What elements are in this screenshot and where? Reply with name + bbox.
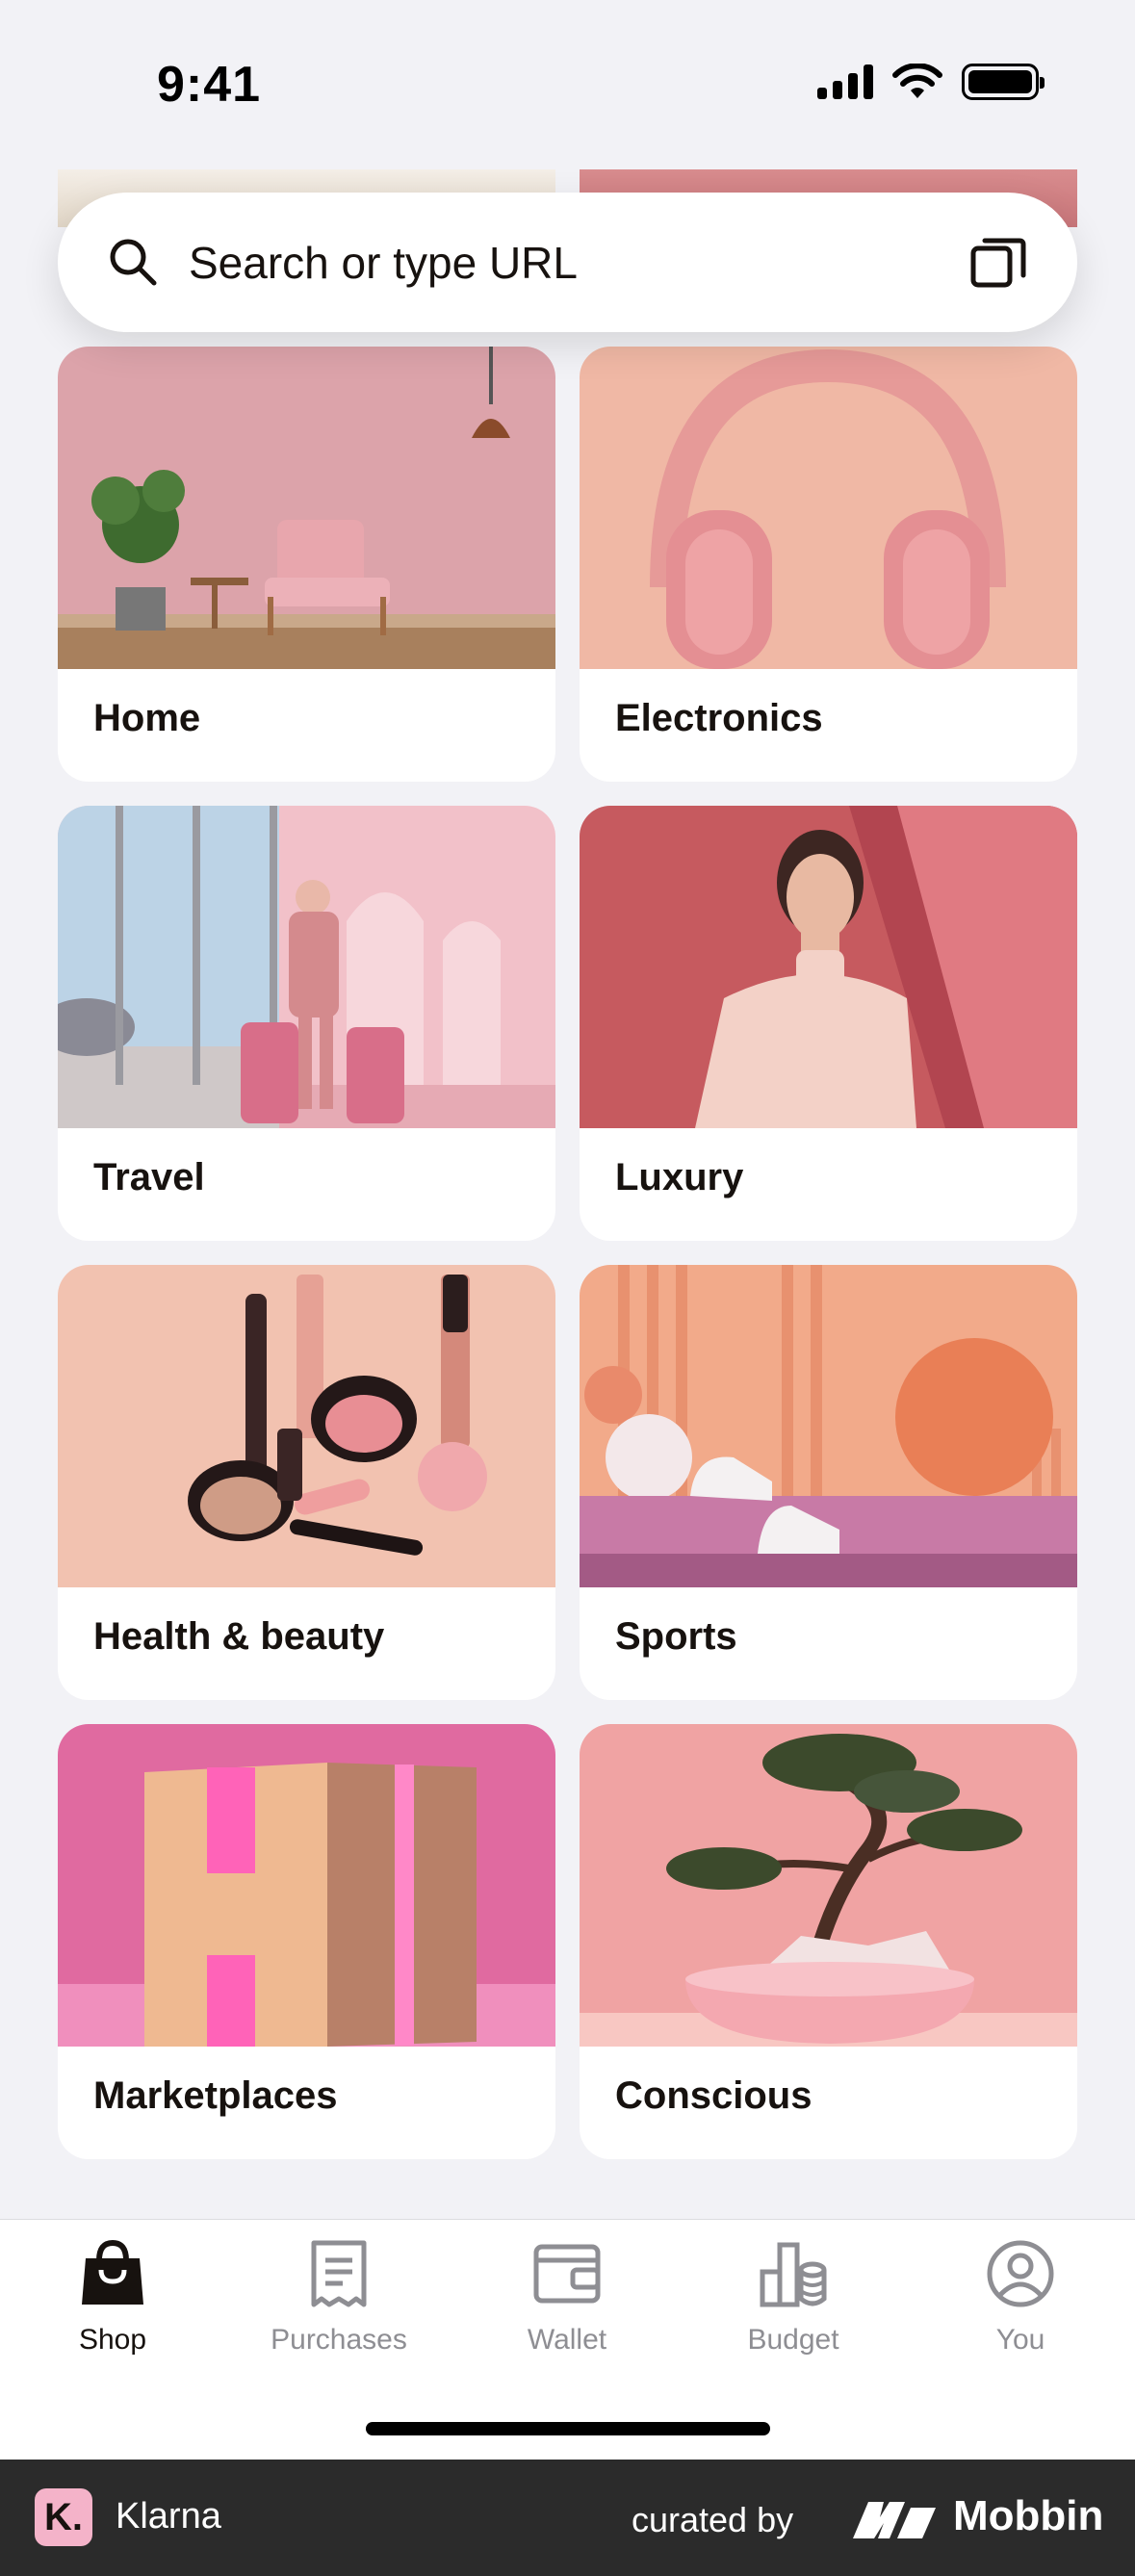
category-grid: Home Electronics Travel Luxury Health & … — [58, 347, 1077, 2159]
shopping-bag-icon — [82, 2239, 143, 2305]
app-name: Klarna — [116, 2496, 221, 2537]
category-card-sports[interactable]: Sports — [580, 1265, 1077, 1700]
budget-icon — [760, 2242, 827, 2307]
category-label: Luxury — [615, 1156, 744, 1198]
home-photo — [58, 347, 555, 669]
category-card-luxury[interactable]: Luxury — [580, 806, 1077, 1241]
wifi-icon — [892, 64, 942, 98]
footer-banner: K. Klarna curated by Mobbin — [0, 2460, 1135, 2576]
status-bar: 9:41 — [0, 0, 1135, 168]
status-icons — [817, 64, 1045, 100]
headphones-photo — [580, 347, 1077, 669]
profile-icon — [987, 2240, 1054, 2307]
category-card-health-beauty[interactable]: Health & beauty — [58, 1265, 555, 1700]
category-list[interactable]: Home Electronics Travel Luxury Health & … — [0, 0, 1135, 2219]
category-label: Electronics — [615, 697, 823, 739]
makeup-photo — [58, 1265, 555, 1587]
travel-photo — [58, 806, 555, 1128]
wallet-icon — [533, 2244, 601, 2304]
tab-label: Budget — [747, 2324, 839, 2356]
tab-shop[interactable]: Shop — [16, 2237, 209, 2356]
klarna-logo: K. — [35, 2488, 92, 2546]
tab-label: Wallet — [527, 2324, 607, 2356]
category-label: Health & beauty — [93, 1615, 385, 1658]
fashion-photo — [580, 806, 1077, 1128]
home-indicator — [366, 2422, 770, 2435]
category-label: Sports — [615, 1615, 737, 1658]
category-card-home[interactable]: Home — [58, 347, 555, 782]
tab-wallet[interactable]: Wallet — [471, 2237, 663, 2356]
status-time: 9:41 — [157, 57, 262, 113]
category-card-electronics[interactable]: Electronics — [580, 347, 1077, 782]
tab-label: Shop — [78, 2324, 147, 2356]
category-card-marketplaces[interactable]: Marketplaces — [58, 1724, 555, 2159]
tabs-icon[interactable] — [967, 231, 1029, 293]
category-card-travel[interactable]: Travel — [58, 806, 555, 1241]
mobbin-logo-icon — [853, 2502, 936, 2538]
tab-label: Purchases — [271, 2324, 407, 2356]
battery-icon — [962, 64, 1045, 100]
sports-photo — [580, 1265, 1077, 1587]
receipt-icon — [311, 2240, 367, 2307]
tab-budget[interactable]: Budget — [697, 2237, 890, 2356]
curated-by-text: curated by — [632, 2500, 794, 2539]
tab-label: You — [995, 2324, 1045, 2356]
tab-you[interactable]: You — [924, 2237, 1117, 2356]
box-photo — [58, 1724, 555, 2047]
category-label: Home — [93, 697, 201, 739]
search-input[interactable]: Search or type URL — [189, 237, 578, 289]
cellular-signal-icon — [817, 64, 873, 99]
tab-purchases[interactable]: Purchases — [243, 2237, 435, 2356]
search-icon — [110, 239, 157, 286]
category-label: Travel — [93, 1156, 205, 1198]
search-bar[interactable]: Search or type URL — [58, 193, 1077, 332]
mobbin-brand: Mobbin — [953, 2492, 1104, 2539]
category-label: Conscious — [615, 2074, 813, 2117]
category-label: Marketplaces — [93, 2074, 338, 2117]
bonsai-photo — [580, 1724, 1077, 2047]
category-card-conscious[interactable]: Conscious — [580, 1724, 1077, 2159]
